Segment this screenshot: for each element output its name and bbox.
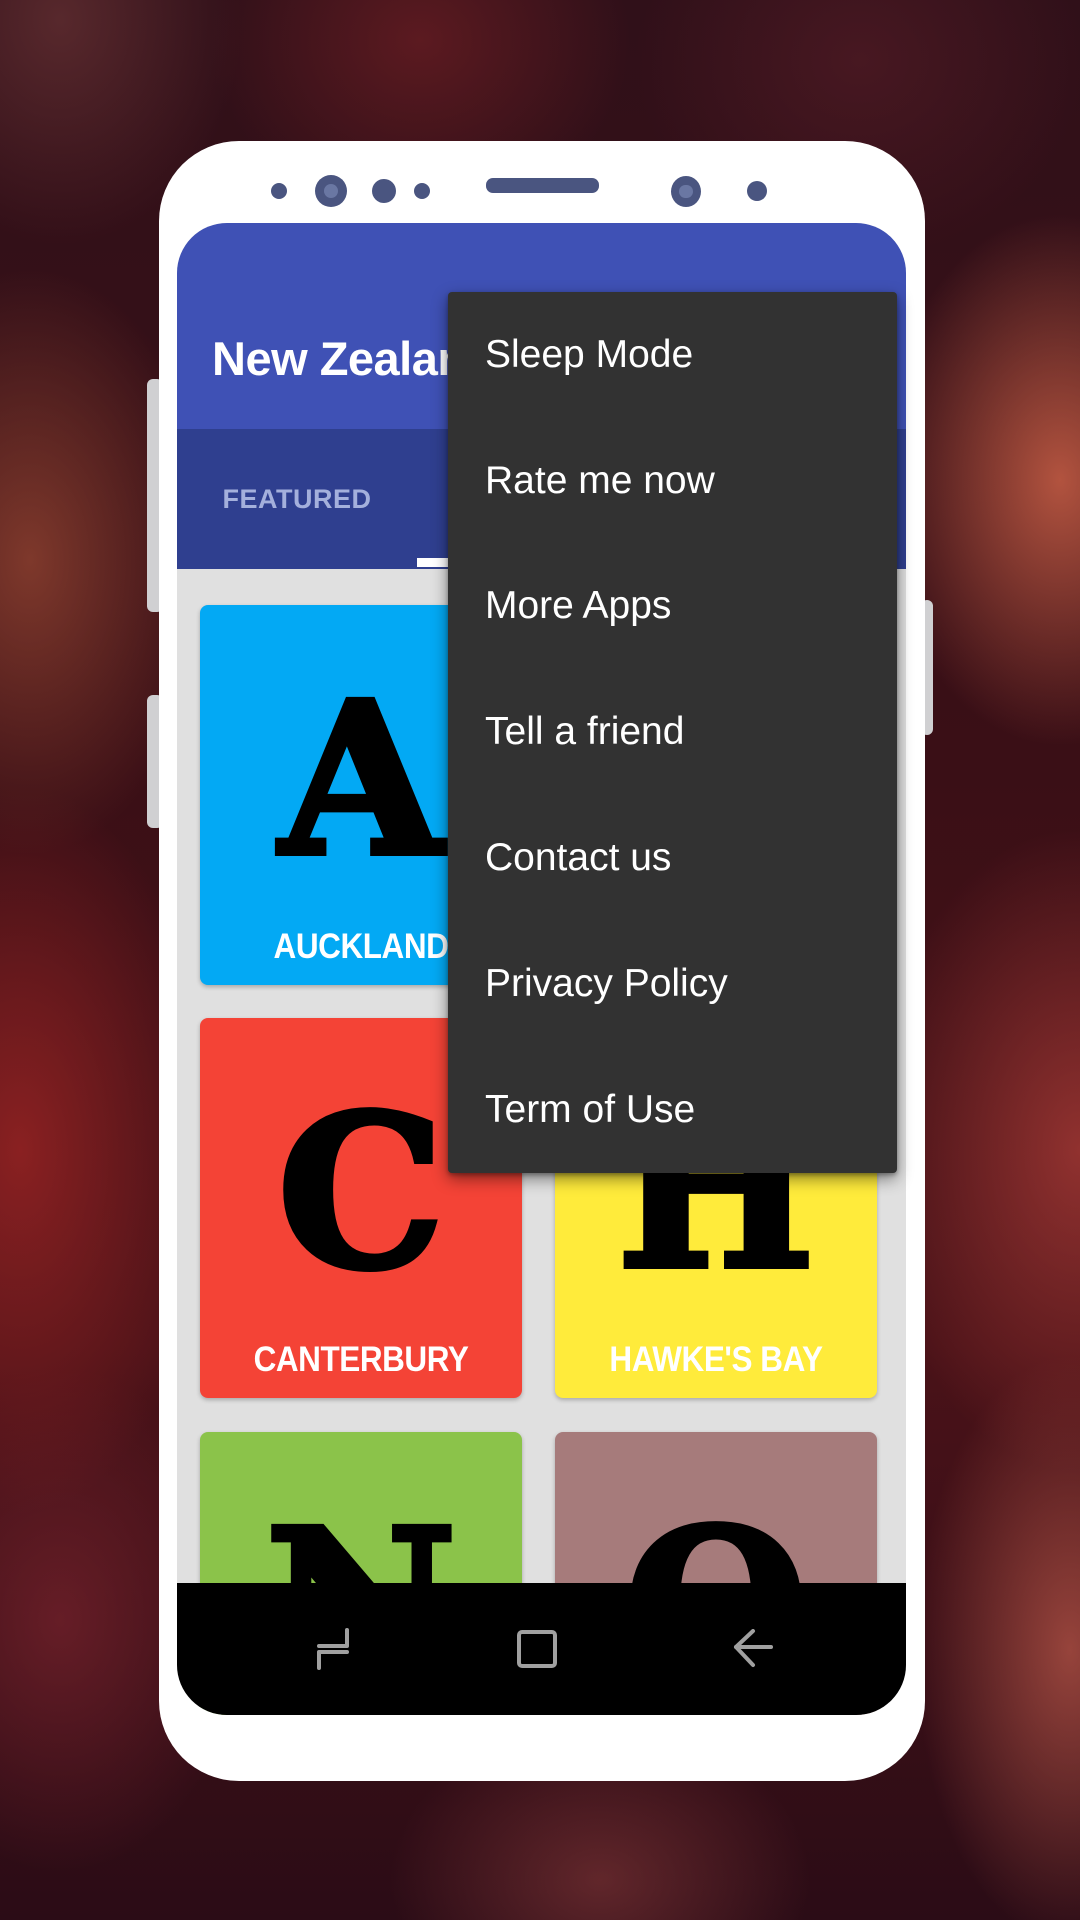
- menu-item-privacy-policy[interactable]: Privacy Policy: [448, 921, 897, 1047]
- menu-item-label: Term of Use: [485, 1087, 696, 1131]
- menu-item-sleep-mode[interactable]: Sleep Mode: [448, 292, 897, 418]
- back-icon: [734, 1629, 773, 1667]
- sensor-dot: [271, 183, 287, 199]
- earpiece-speaker: [486, 178, 599, 193]
- sensor-dot: [747, 181, 767, 201]
- card-label: CANTERBURY: [253, 1340, 469, 1379]
- menu-item-tell-a-friend[interactable]: Tell a friend: [448, 669, 897, 795]
- overflow-menu: Sleep Mode Rate me now More Apps Tell a …: [448, 292, 897, 1173]
- menu-item-more-apps[interactable]: More Apps: [448, 544, 897, 670]
- menu-item-label: More Apps: [485, 584, 672, 628]
- home-icon: [517, 1630, 557, 1668]
- home-button[interactable]: [507, 1619, 567, 1679]
- menu-item-label: Sleep Mode: [485, 332, 694, 376]
- iris-camera-icon: [671, 176, 701, 207]
- card-label: HAWKE'S BAY: [609, 1340, 823, 1379]
- menu-item-term-of-use[interactable]: Term of Use: [448, 1047, 897, 1173]
- back-button[interactable]: [723, 1619, 783, 1679]
- menu-item-contact-us[interactable]: Contact us: [448, 795, 897, 921]
- recents-button[interactable]: [303, 1619, 363, 1679]
- sensor-dot: [414, 183, 430, 199]
- tab-label: FEATURED: [222, 483, 372, 514]
- recents-icon: [317, 1628, 349, 1670]
- menu-item-label: Contact us: [485, 836, 672, 880]
- menu-item-rate-me-now[interactable]: Rate me now: [448, 418, 897, 544]
- menu-item-label: Rate me now: [485, 458, 715, 502]
- sensor-dot: [372, 179, 396, 203]
- tab-featured[interactable]: FEATURED: [177, 429, 417, 569]
- menu-item-label: Tell a friend: [485, 710, 685, 754]
- front-camera-icon: [315, 175, 347, 207]
- system-nav-bar: [177, 1583, 906, 1715]
- menu-item-label: Privacy Policy: [485, 961, 728, 1005]
